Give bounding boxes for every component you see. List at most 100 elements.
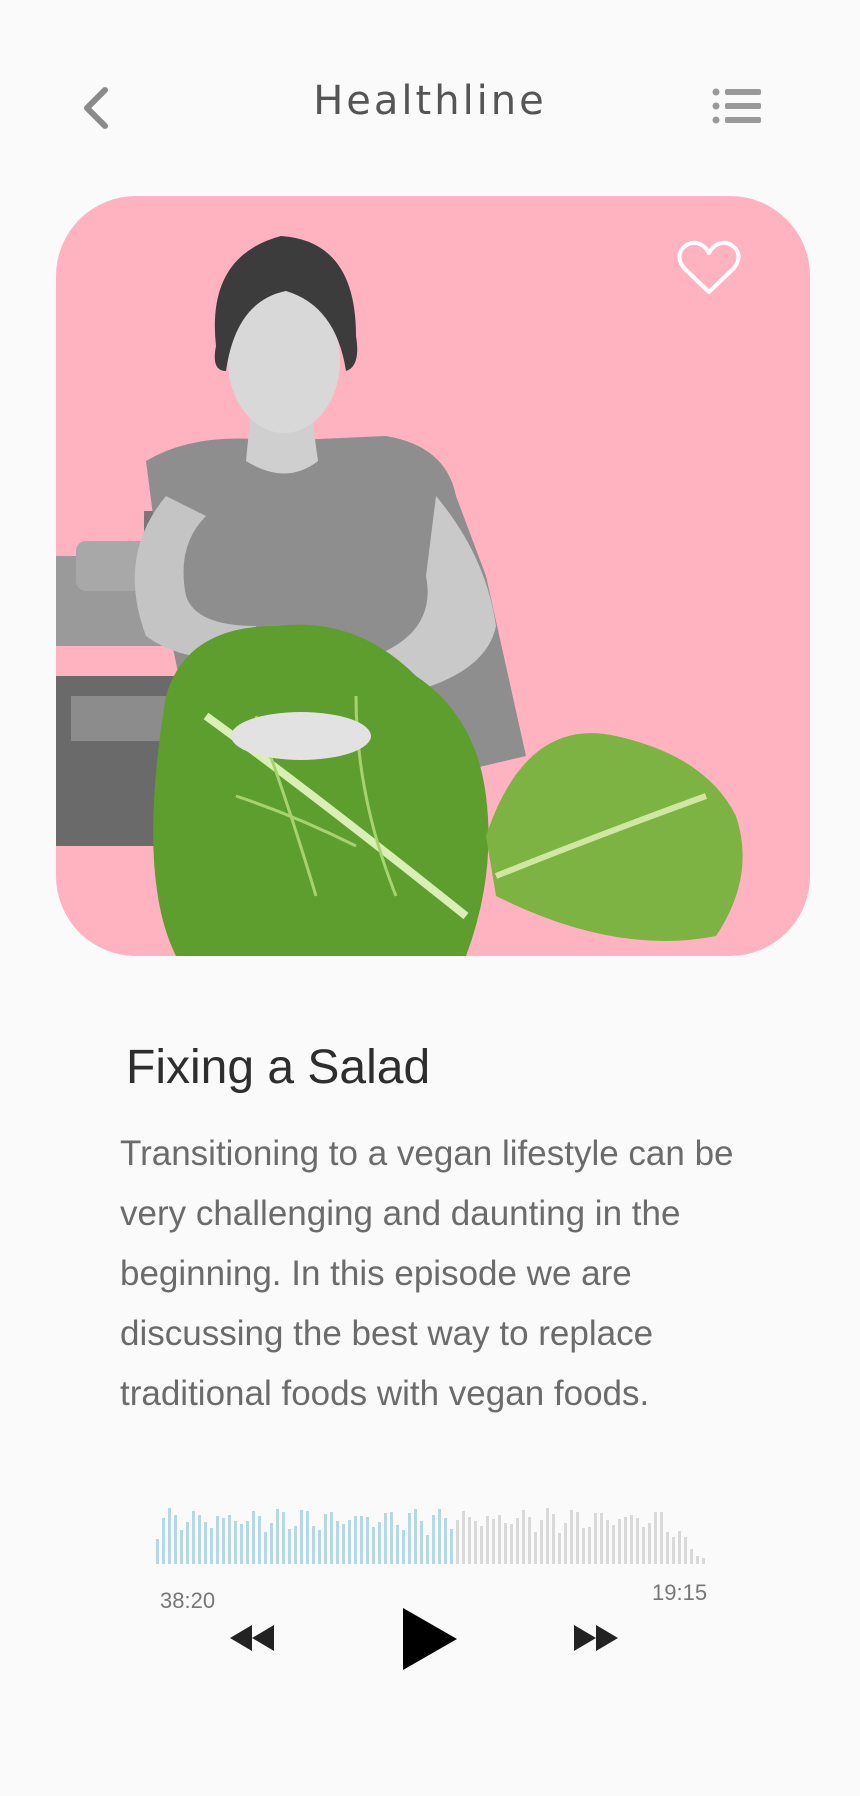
waveform-bar (360, 1516, 363, 1564)
waveform-bar (426, 1535, 429, 1564)
waveform-bar (168, 1508, 171, 1564)
waveform-bar (396, 1525, 399, 1564)
waveform-bar (702, 1558, 705, 1564)
waveform-bar (408, 1513, 411, 1564)
audio-waveform-scrubber[interactable] (156, 1506, 708, 1564)
waveform-bar (516, 1518, 519, 1564)
waveform-bar (372, 1527, 375, 1564)
waveform-bar (510, 1524, 513, 1564)
waveform-bar (456, 1520, 459, 1564)
waveform-bar (528, 1517, 531, 1564)
fast-forward-icon (574, 1625, 618, 1651)
waveform-bar (240, 1524, 243, 1564)
waveform-bar (384, 1513, 387, 1564)
waveform-bar (432, 1515, 435, 1564)
waveform-bar (258, 1516, 261, 1564)
waveform-bar (318, 1530, 321, 1564)
waveform-bar (252, 1511, 255, 1564)
waveform-bar (654, 1512, 657, 1564)
waveform-bar (540, 1520, 543, 1564)
waveform-bar (546, 1508, 549, 1564)
waveform-bar (198, 1515, 201, 1564)
rewind-button[interactable] (226, 1620, 278, 1656)
waveform-bar (366, 1517, 369, 1564)
waveform-bar (174, 1515, 177, 1564)
waveform-bar (192, 1511, 195, 1564)
fast-forward-button[interactable] (570, 1620, 622, 1656)
waveform-bar (210, 1528, 213, 1564)
waveform-bar (672, 1537, 675, 1564)
waveform-bar (678, 1531, 681, 1564)
waveform-bar (522, 1510, 525, 1564)
episode-title: Fixing a Salad (126, 1041, 431, 1094)
waveform-bar (438, 1509, 441, 1564)
waveform-bar (462, 1511, 465, 1564)
waveform-bar (648, 1523, 651, 1564)
waveform-bar (618, 1519, 621, 1564)
waveform-bar (564, 1523, 567, 1564)
waveform-bar (696, 1556, 699, 1564)
waveform-bar (552, 1514, 555, 1564)
waveform-bar (300, 1510, 303, 1564)
waveform-bar (186, 1522, 189, 1564)
waveform-bar (666, 1532, 669, 1564)
waveform-bar (348, 1520, 351, 1564)
woman-sewing-lettuce-illustration (56, 236, 743, 956)
waveform-bar (630, 1515, 633, 1564)
waveform-bar (378, 1522, 381, 1564)
audio-player: 38:20 19:15 (124, 1470, 736, 1680)
waveform-bar (612, 1525, 615, 1564)
waveform-bar (588, 1527, 591, 1564)
waveform-bar (228, 1515, 231, 1564)
waveform-bar (606, 1520, 609, 1564)
waveform-bar (492, 1519, 495, 1564)
waveform-bar (216, 1516, 219, 1564)
waveform-bar (180, 1530, 183, 1564)
waveform-bar (162, 1518, 165, 1564)
waveform-bar (288, 1529, 291, 1564)
waveform-bar (330, 1512, 333, 1564)
waveform-bar (444, 1518, 447, 1564)
waveform-bar (594, 1513, 597, 1564)
waveform-bar (402, 1530, 405, 1564)
waveform-bar (468, 1517, 471, 1564)
play-icon (403, 1608, 457, 1670)
waveform-bar (660, 1512, 663, 1564)
waveform-bar (312, 1526, 315, 1564)
waveform-bar (486, 1516, 489, 1564)
waveform-bar (534, 1532, 537, 1564)
waveform-bar (558, 1533, 561, 1564)
waveform-bar (624, 1517, 627, 1564)
waveform-bar (390, 1512, 393, 1564)
waveform-bar (450, 1529, 453, 1564)
waveform-bar (420, 1521, 423, 1564)
episode-description: Transitioning to a vegan lifestyle can b… (120, 1134, 734, 1413)
elapsed-time: 38:20 (160, 1588, 216, 1613)
waveform-bar (636, 1518, 639, 1564)
waveform-bar (504, 1523, 507, 1564)
play-button[interactable] (394, 1604, 464, 1674)
list-menu-icon (712, 88, 761, 124)
waveform-bar (690, 1549, 693, 1564)
waveform-bar (276, 1509, 279, 1564)
waveform-bar (336, 1521, 339, 1564)
heart-outline-icon (677, 240, 741, 294)
waveform-bar (498, 1515, 501, 1564)
waveform-bar (582, 1528, 585, 1564)
favorite-button[interactable] (676, 238, 742, 298)
waveform-bar (246, 1521, 249, 1564)
waveform-bar (684, 1537, 687, 1564)
waveform-bar (642, 1527, 645, 1564)
menu-button[interactable] (710, 84, 764, 128)
waveform-bar (294, 1526, 297, 1564)
waveform-bar (204, 1522, 207, 1564)
waveform-bar (480, 1526, 483, 1564)
waveform-bar (306, 1511, 309, 1564)
rewind-icon (230, 1625, 274, 1651)
waveform-bar (474, 1521, 477, 1564)
waveform-bar (354, 1516, 357, 1564)
waveform-bar (264, 1532, 267, 1564)
waveform-bar (270, 1523, 273, 1564)
app-header: Healthline (0, 0, 860, 200)
waveform-bar (234, 1521, 237, 1564)
